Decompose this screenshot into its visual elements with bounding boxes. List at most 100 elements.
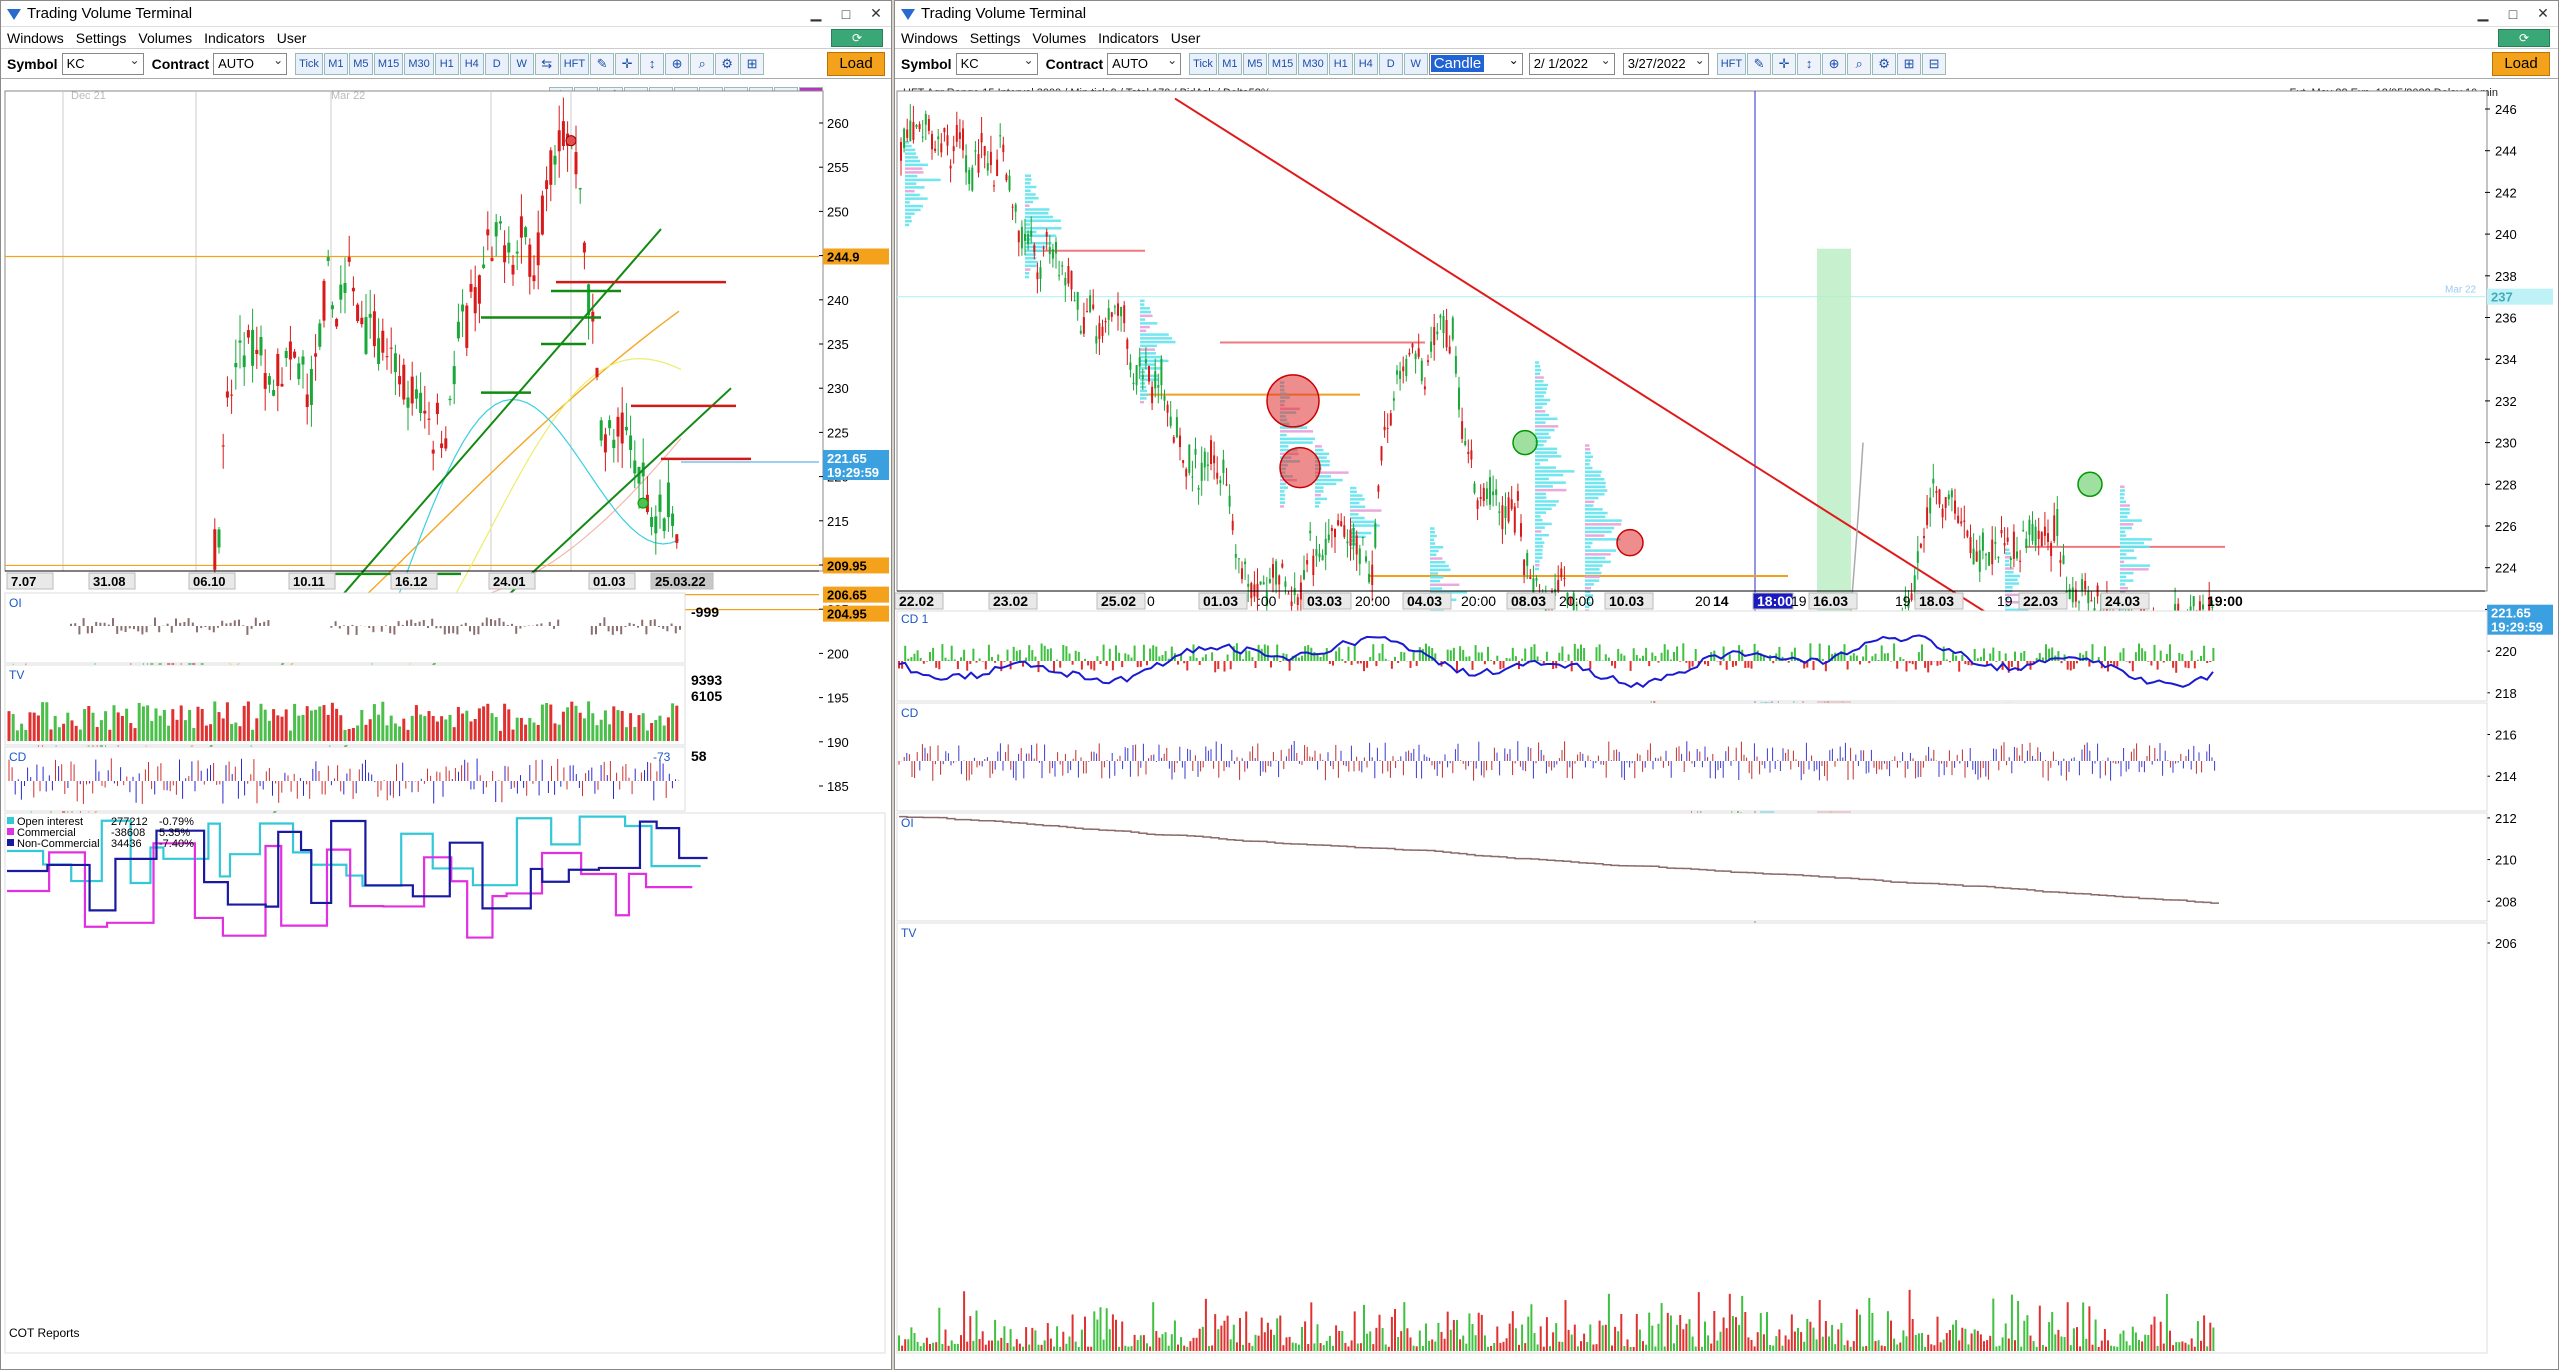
close-icon[interactable]: ✕ — [2528, 5, 2558, 22]
menu-settings[interactable]: Settings — [76, 30, 127, 46]
maximize-icon[interactable]: □ — [2498, 6, 2528, 22]
volume-profile-bar — [1535, 556, 1543, 559]
tf-h4[interactable]: H4 — [1353, 52, 1378, 75]
minimize-icon[interactable]: ▁ — [801, 5, 831, 22]
tv-bar — [314, 709, 318, 741]
tf-h1[interactable]: H1 — [1328, 52, 1353, 75]
menu-indicators[interactable]: Indicators — [204, 30, 265, 46]
tf-m5[interactable]: M5 — [1242, 52, 1267, 75]
menu-user[interactable]: User — [1171, 30, 1201, 46]
menu-windows[interactable]: Windows — [7, 30, 64, 46]
tf-d[interactable]: D — [484, 52, 509, 75]
volume-profile-bar — [1315, 452, 1330, 456]
tv-bar — [1099, 1307, 1102, 1351]
price-axis-label: 230 — [2495, 436, 2517, 451]
candle-body — [1405, 358, 1408, 377]
volume-profile-bar — [905, 178, 941, 182]
tf-w[interactable]: W — [1403, 52, 1428, 75]
hft-button[interactable]: HFT — [1716, 52, 1747, 75]
left-price-chart[interactable]: Dec 21Mar 222602552502452402352302252202… — [1, 81, 892, 1361]
tv-bar — [1425, 1323, 1427, 1351]
tv-bar — [2116, 1346, 2119, 1351]
contract-select[interactable]: AUTO — [213, 52, 288, 75]
tf-tick[interactable]: Tick — [295, 52, 323, 75]
zoom-fit-icon[interactable]: ⊕ — [665, 52, 690, 75]
refresh-icon[interactable]: ⟳ — [831, 29, 883, 47]
pen-icon[interactable]: ✎ — [590, 52, 615, 75]
tv-bar — [2023, 1320, 2026, 1351]
chart-type-select[interactable]: Candle — [1428, 52, 1523, 75]
menu-volumes[interactable]: Volumes — [1032, 30, 1086, 46]
settings-icon[interactable]: ⚙ — [1872, 52, 1897, 75]
candle-body — [1969, 536, 1972, 554]
maximize-icon[interactable]: □ — [831, 6, 861, 22]
candle-body — [971, 167, 974, 191]
tf-m15[interactable]: M15 — [373, 52, 404, 75]
tv-bar — [330, 702, 334, 741]
tf-m5[interactable]: M5 — [348, 52, 373, 75]
tv-bar — [1877, 1340, 1880, 1351]
date-from-picker[interactable]: 2/ 1/2022 — [1528, 52, 1615, 75]
tv-bar — [1691, 1336, 1694, 1351]
menu-indicators[interactable]: Indicators — [1098, 30, 1159, 46]
symbol-select[interactable]: KC — [61, 52, 144, 75]
minimize-icon[interactable]: ▁ — [2468, 5, 2498, 22]
volume-profile-bar — [905, 148, 916, 152]
tv-bar — [1127, 1346, 1130, 1351]
settings-icon[interactable]: ⚙ — [715, 52, 740, 75]
tv-bar — [1031, 1327, 1034, 1351]
tv-bar — [566, 707, 570, 741]
zoom-icon[interactable]: ⌕ — [1847, 52, 1872, 75]
hft-button[interactable]: HFT — [559, 52, 590, 75]
tf-d[interactable]: D — [1378, 52, 1403, 75]
right-price-chart[interactable]: 2462442422402382362342322302282262242222… — [895, 81, 2559, 1361]
tv-bar — [654, 719, 658, 741]
layout-icon[interactable]: ⊟ — [1922, 52, 1947, 75]
tf-h4[interactable]: H4 — [459, 52, 484, 75]
volume-profile-bar — [1025, 204, 1030, 207]
candle-body — [511, 264, 515, 275]
grid-icon[interactable]: ⊞ — [740, 52, 765, 75]
load-button[interactable]: Load — [2492, 52, 2550, 76]
tf-m15[interactable]: M15 — [1267, 52, 1298, 75]
volume-profile-bar — [1535, 451, 1558, 454]
menu-volumes[interactable]: Volumes — [138, 30, 192, 46]
close-icon[interactable]: ✕ — [861, 5, 891, 22]
candle-body — [427, 418, 431, 420]
zoom-fit-icon[interactable]: ⊕ — [1822, 52, 1847, 75]
tf-m1[interactable]: M1 — [1217, 52, 1242, 75]
contract-select[interactable]: AUTO — [1107, 52, 1182, 75]
volume-profile-bar — [2120, 575, 2127, 579]
candle-body — [2062, 555, 2065, 565]
candle-body — [2059, 560, 2062, 563]
menu-windows[interactable]: Windows — [901, 30, 958, 46]
zoom-icon[interactable]: ⌕ — [690, 52, 715, 75]
volume-profile-bar — [1535, 563, 1540, 567]
tf-m30[interactable]: M30 — [404, 52, 434, 75]
tf-w[interactable]: W — [509, 52, 534, 75]
tv-bar — [1409, 1337, 1412, 1351]
tf-m1[interactable]: M1 — [323, 52, 348, 75]
symbol-select[interactable]: KC — [955, 52, 1038, 75]
tf-h1[interactable]: H1 — [434, 52, 459, 75]
tf-m30[interactable]: M30 — [1298, 52, 1328, 75]
crosshair-icon[interactable]: ✛ — [1772, 52, 1797, 75]
candle-body — [1374, 522, 1377, 548]
tf-tick[interactable]: Tick — [1189, 52, 1217, 75]
grid-icon[interactable]: ⊞ — [1897, 52, 1922, 75]
tv-bar — [2097, 1346, 2100, 1351]
app-logo-icon — [901, 7, 915, 21]
move-icon[interactable]: ↕ — [640, 52, 665, 75]
refresh-icon[interactable]: ⟳ — [2498, 29, 2550, 47]
date-to-picker[interactable]: 3/27/2022 — [1622, 52, 1709, 75]
tv-bar — [981, 1331, 984, 1351]
menu-user[interactable]: User — [277, 30, 307, 46]
load-button[interactable]: Load — [827, 52, 885, 76]
move-icon[interactable]: ↕ — [1797, 52, 1822, 75]
menu-settings[interactable]: Settings — [970, 30, 1021, 46]
chart-type-icon[interactable]: ⇆ — [534, 52, 559, 75]
candle-body — [213, 529, 217, 570]
crosshair-icon[interactable]: ✛ — [615, 52, 640, 75]
pen-icon[interactable]: ✎ — [1747, 52, 1772, 75]
right-toolbar: Symbol KC Contract AUTO Tick M1 M5 M15 M… — [895, 49, 2558, 79]
